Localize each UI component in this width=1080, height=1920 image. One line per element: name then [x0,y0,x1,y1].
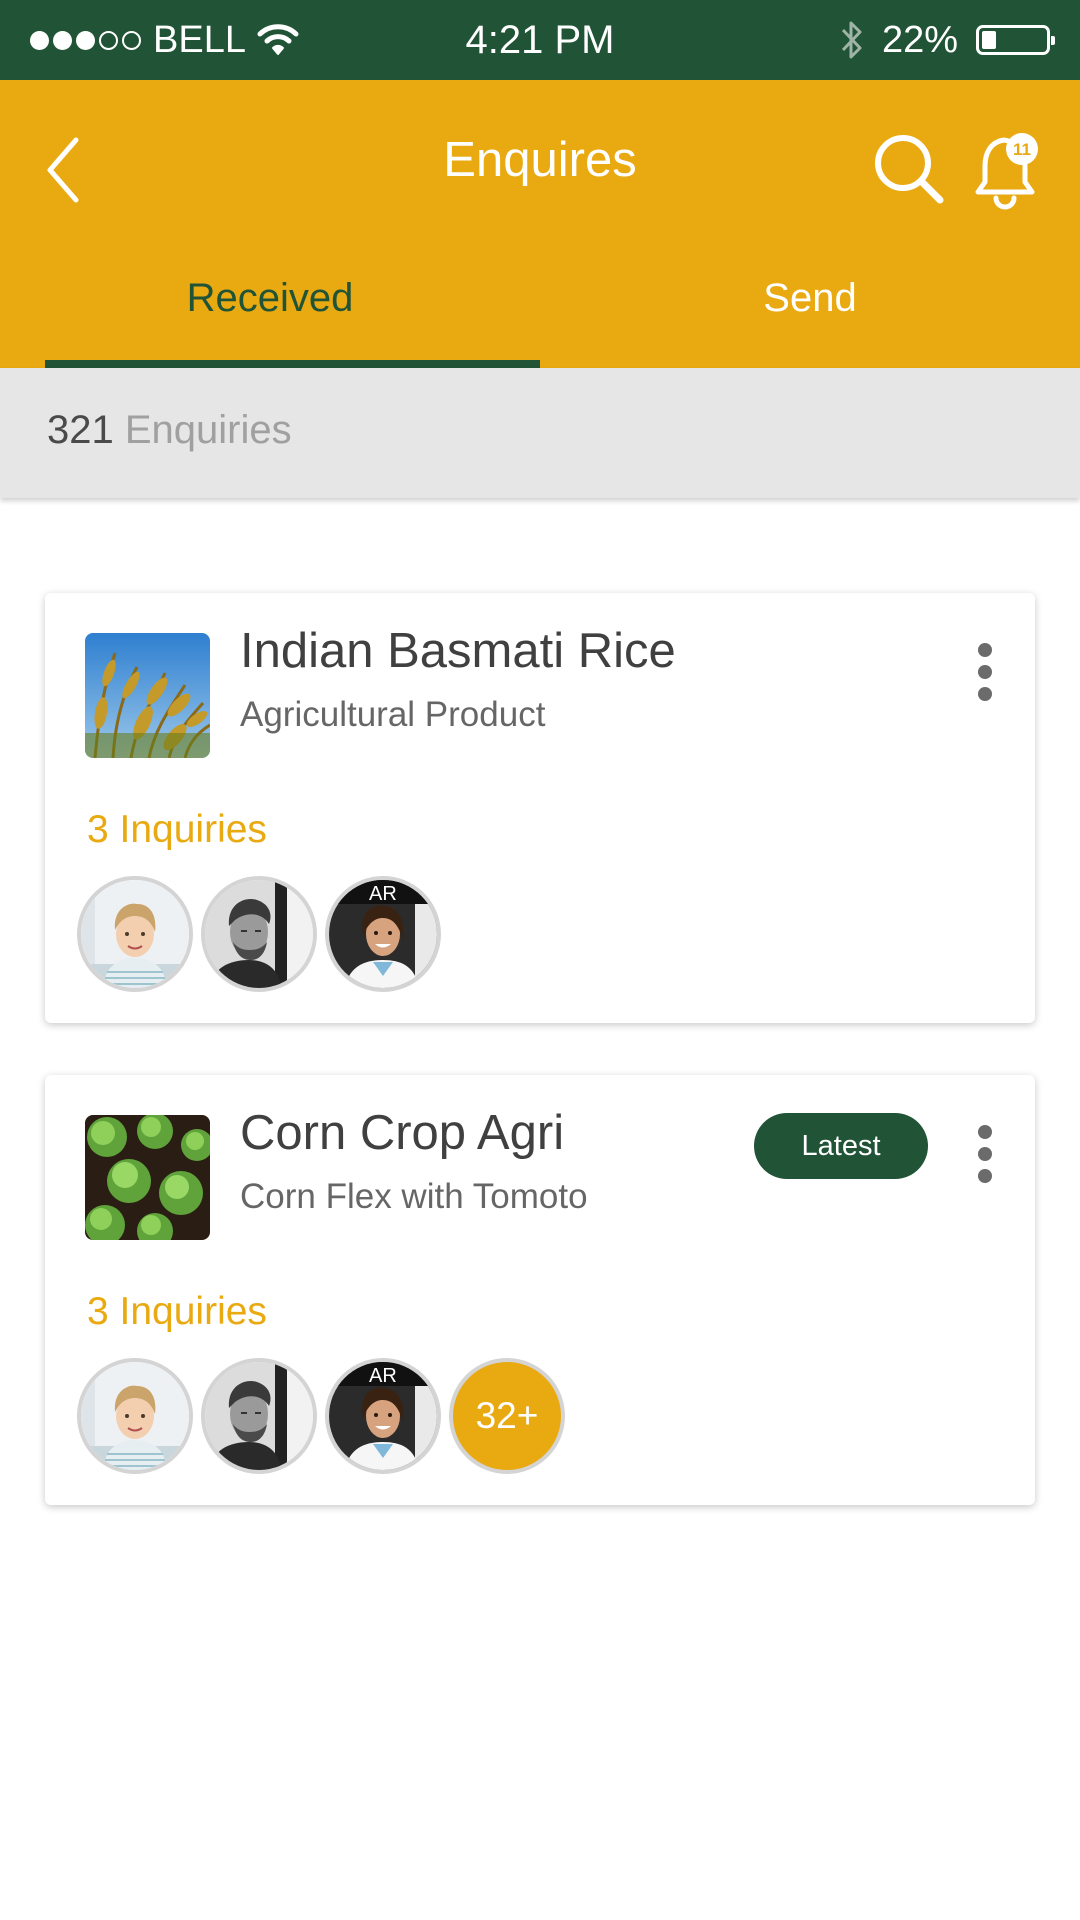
inquiries-count: 3 Inquiries [87,1290,267,1333]
inquiries-count: 3 Inquiries [87,808,267,851]
avatar[interactable]: AR [325,876,441,992]
search-button[interactable] [872,132,948,208]
avatar[interactable] [77,876,193,992]
inquirer-avatars: AR 32+ [77,1358,565,1474]
enquiry-card[interactable]: Corn Crop Agri Corn Flex with Tomoto Lat… [45,1075,1035,1505]
tab-received[interactable]: Received [0,276,540,368]
notification-count: 11 [1013,140,1031,159]
app-header: Enquires 11 Received Send [0,80,1080,368]
product-category: Agricultural Product [240,695,546,734]
avatar[interactable] [201,876,317,992]
product-category: Corn Flex with Tomoto [240,1177,588,1216]
more-options-icon[interactable] [973,1125,997,1185]
inquirer-avatars: AR [77,876,441,992]
svg-text:AR: AR [369,1365,397,1387]
status-right: 22% [840,0,1055,80]
search-icon [875,135,944,204]
bell-icon: 11 [975,133,1038,210]
product-title: Indian Basmati Rice [240,624,676,678]
bluetooth-icon [841,21,862,59]
enquiry-count-number: 321 [47,408,114,452]
battery-icon [976,25,1055,55]
product-title: Corn Crop Agri [240,1106,565,1160]
enquiry-count-label: Enquiries [124,408,292,452]
latest-badge: Latest [754,1113,928,1179]
product-thumbnail [85,633,210,758]
tab-received-label: Received [186,276,354,320]
enquiry-count-bar: 321 Enquiries [0,368,1080,498]
avatar[interactable] [77,1358,193,1474]
rice-plant-image [85,633,210,758]
active-tab-indicator [45,360,540,368]
enquiry-count: 321 Enquiries [47,408,292,453]
avatar[interactable]: AR [325,1358,441,1474]
tab-send[interactable]: Send [540,276,1080,368]
status-bar: BELL 4:21 PM 22% [0,0,1080,80]
battery-percent: 22% [881,18,958,61]
enquiry-card[interactable]: Indian Basmati Rice Agricultural Product… [45,593,1035,1023]
more-options-icon[interactable] [973,643,997,703]
notifications-button[interactable]: 11 [972,128,1042,210]
svg-text:AR: AR [369,883,397,905]
avatar[interactable] [201,1358,317,1474]
tab-send-label: Send [763,276,857,320]
more-inquirers-count[interactable]: 32+ [449,1358,565,1474]
product-thumbnail [85,1115,210,1240]
lettuce-crop-image [85,1115,210,1240]
